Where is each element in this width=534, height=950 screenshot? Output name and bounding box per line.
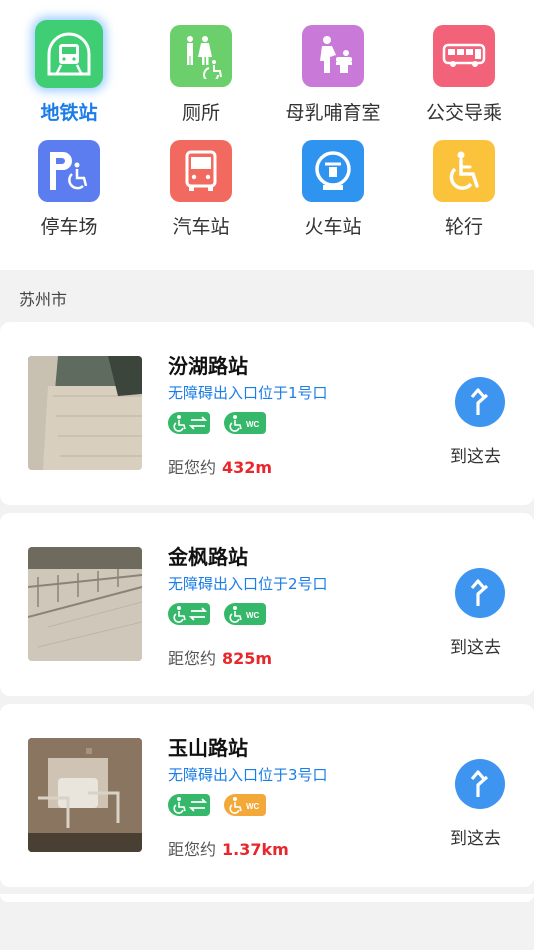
subway-icon bbox=[35, 20, 103, 88]
bus-station-icon bbox=[170, 140, 232, 202]
accessible-entrance-info: 无障碍出入口位于2号口 bbox=[168, 575, 328, 593]
category-label: 公交导乘 bbox=[425, 102, 502, 124]
navigate-arrow-icon bbox=[470, 579, 489, 606]
category-label: 停车场 bbox=[40, 216, 98, 238]
navigate-label[interactable]: 到这去 bbox=[450, 824, 501, 849]
station-card[interactable]: 汾湖路站 无障碍出入口位于1号口 WC 距您约 432m 到这去 bbox=[0, 322, 534, 505]
distance-value: 825m bbox=[222, 649, 273, 668]
station-name: 汾湖路站 bbox=[168, 354, 248, 378]
station-card[interactable]: 玉山路站 无障碍出入口位于3号口 WC 距您约 1.37km 到这去 bbox=[0, 704, 534, 887]
station-photo bbox=[28, 738, 142, 852]
navigate-button[interactable] bbox=[455, 568, 505, 618]
bus-guide-icon bbox=[433, 25, 495, 87]
distance-label: 距您约 bbox=[168, 458, 217, 477]
distance-label: 距您约 bbox=[168, 840, 217, 859]
station-photo bbox=[28, 356, 142, 470]
accessible-wc-icon: WC bbox=[224, 603, 266, 625]
accessible-wc-icon: WC bbox=[224, 794, 266, 816]
accessible-wc-icon: WC bbox=[224, 412, 266, 434]
accessible-entrance-info: 无障碍出入口位于3号口 bbox=[168, 766, 328, 784]
station-name: 金枫路站 bbox=[168, 545, 248, 569]
svg-text:WC: WC bbox=[246, 420, 260, 429]
accessible-elevator-icon bbox=[168, 603, 210, 625]
navigate-button[interactable] bbox=[455, 377, 505, 427]
distance-info: 距您约 825m bbox=[168, 645, 272, 669]
facility-tags: WC bbox=[168, 603, 266, 625]
facility-tags: WC bbox=[168, 412, 266, 434]
accessible-elevator-icon bbox=[168, 794, 210, 816]
category-label: 地铁站 bbox=[40, 102, 98, 124]
category-label: 火车站 bbox=[304, 216, 362, 238]
category-label: 厕所 bbox=[181, 102, 220, 124]
navigate-label[interactable]: 到这去 bbox=[450, 442, 501, 467]
distance-info: 距您约 432m bbox=[168, 454, 272, 478]
category-grid: 地铁站 厕所 母乳哺育室 公交导乘 停车场 汽车站 火车站 轮行 bbox=[0, 0, 534, 270]
nursing-room-icon bbox=[302, 25, 364, 87]
accessible-elevator-icon bbox=[168, 412, 210, 434]
category-label: 汽车站 bbox=[172, 216, 230, 238]
parking-icon bbox=[38, 140, 100, 202]
category-label: 母乳哺育室 bbox=[285, 102, 381, 124]
svg-text:WC: WC bbox=[246, 802, 260, 811]
navigate-arrow-icon bbox=[470, 770, 489, 797]
station-card[interactable]: 金枫路站 无障碍出入口位于2号口 WC 距您约 825m 到这去 bbox=[0, 513, 534, 696]
wheelchair-icon bbox=[433, 140, 495, 202]
category-label: 轮行 bbox=[444, 216, 483, 238]
station-photo bbox=[28, 547, 142, 661]
accessible-entrance-info: 无障碍出入口位于1号口 bbox=[168, 384, 328, 402]
distance-value: 1.37km bbox=[222, 840, 289, 859]
distance-info: 距您约 1.37km bbox=[168, 836, 289, 860]
svg-text:WC: WC bbox=[246, 611, 260, 620]
station-name: 玉山路站 bbox=[168, 736, 248, 760]
navigate-label[interactable]: 到这去 bbox=[450, 633, 501, 658]
navigate-button[interactable] bbox=[455, 759, 505, 809]
distance-value: 432m bbox=[222, 458, 273, 477]
train-station-icon bbox=[302, 140, 364, 202]
facility-tags: WC bbox=[168, 794, 266, 816]
toilet-icon bbox=[170, 25, 232, 87]
station-card-partial bbox=[0, 894, 534, 902]
distance-label: 距您约 bbox=[168, 649, 217, 668]
navigate-arrow-icon bbox=[470, 388, 489, 415]
city-label: 苏州市 bbox=[19, 290, 68, 309]
